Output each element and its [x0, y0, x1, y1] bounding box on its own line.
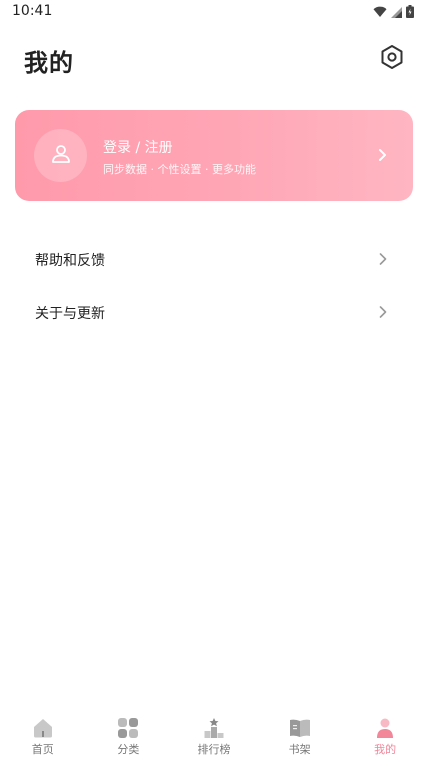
profile-icon [373, 716, 397, 740]
login-subtitle: 同步数据 · 个性设置 · 更多功能 [103, 163, 256, 176]
screen: 10:41 我的 登录 / 注册 同步数据 · 个性设置 · 更多功能 帮助和反… [0, 0, 428, 762]
nav-item-profile[interactable]: 我的 [342, 712, 428, 762]
login-card[interactable]: 登录 / 注册 同步数据 · 个性设置 · 更多功能 [15, 110, 413, 201]
login-title: 登录 / 注册 [103, 140, 173, 156]
nav-label: 分类 [117, 743, 140, 756]
status-icons [373, 3, 414, 22]
settings-button[interactable] [376, 43, 408, 75]
nav-label: 排行榜 [197, 743, 231, 756]
nav-label: 首页 [31, 743, 54, 756]
menu-item-label: 帮助和反馈 [35, 253, 105, 269]
chevron-right-icon [378, 251, 388, 267]
settings-icon [379, 44, 405, 74]
bookshelf-icon [288, 716, 312, 740]
nav-item-bookshelf[interactable]: 书架 [257, 712, 343, 762]
chevron-right-icon [378, 304, 388, 320]
category-icon [116, 716, 140, 740]
nav-label: 我的 [374, 743, 397, 756]
chevron-right-icon [377, 147, 389, 163]
user-icon [50, 143, 72, 169]
nav-item-category[interactable]: 分类 [86, 712, 172, 762]
signal-icon [391, 3, 402, 22]
status-time: 10:41 [12, 3, 53, 19]
page-title: 我的 [24, 49, 74, 77]
ranking-icon [202, 716, 226, 740]
wifi-icon [373, 3, 387, 22]
nav-item-ranking[interactable]: 排行榜 [171, 712, 257, 762]
home-icon [31, 716, 55, 740]
nav-item-home[interactable]: 首页 [0, 712, 86, 762]
menu-item-about-update[interactable]: 关于与更新 [0, 287, 428, 337]
menu-item-help-feedback[interactable]: 帮助和反馈 [0, 234, 428, 284]
nav-label: 书架 [288, 743, 311, 756]
status-bar: 10:41 [0, 0, 428, 26]
avatar [34, 129, 87, 182]
battery-icon [406, 3, 414, 22]
bottom-nav: 首页 分类 排行榜 书架 我的 [0, 712, 428, 762]
menu-item-label: 关于与更新 [35, 306, 105, 322]
